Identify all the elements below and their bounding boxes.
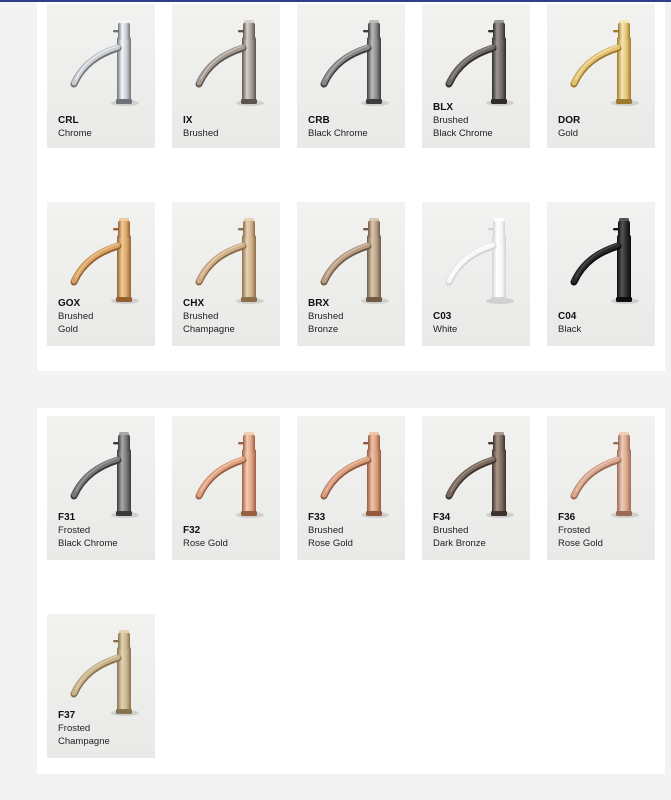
faucet-icon [195, 20, 264, 106]
finish-code: BRX [308, 298, 330, 309]
finish-code: F36 [558, 512, 576, 523]
finish-code: C03 [433, 311, 452, 322]
faucet-icon [320, 432, 389, 518]
faucet-icon [445, 432, 514, 518]
finish-code: F33 [308, 512, 326, 523]
finish-code: CHX [183, 298, 205, 309]
finish-code: C04 [558, 311, 577, 322]
finish-code: GOX [58, 298, 81, 309]
finish-swatch-crb[interactable]: CRB Black Chrome [297, 4, 405, 148]
finish-name: Brushed [183, 128, 219, 139]
finish-name: Brushed Gold [58, 311, 94, 335]
faucet-icon [570, 20, 639, 106]
finish-swatch-c04[interactable]: C04 Black [547, 202, 655, 346]
finish-code: DOR [558, 115, 581, 126]
faucet-icon [570, 218, 639, 304]
finish-name: Frosted Rose Gold [558, 525, 603, 549]
finish-code: IX [183, 115, 193, 126]
finish-code: F34 [433, 512, 451, 523]
finish-name: Black [558, 324, 582, 335]
finish-name: Gold [558, 128, 579, 139]
finish-swatch-blx[interactable]: BLX Brushed Black Chrome [422, 4, 530, 148]
finish-code: F32 [183, 525, 201, 536]
finish-name: Rose Gold [183, 538, 228, 549]
finish-code: F31 [58, 512, 76, 523]
finish-swatch-chx[interactable]: CHX Brushed Champagne [172, 202, 280, 346]
finish-swatch-ix[interactable]: IX Brushed [172, 4, 280, 148]
faucet-icon [570, 432, 639, 518]
finish-name: White [433, 324, 458, 335]
finish-swatch-crl[interactable]: CRL Chrome [47, 4, 155, 148]
faucet-icon [70, 20, 139, 106]
finish-name: Chrome [58, 128, 92, 139]
finish-name: Brushed Black Chrome [433, 115, 493, 139]
finish-swatch-gox[interactable]: GOX Brushed Gold [47, 202, 155, 346]
finish-panel-standard: CRL Chrome IX Brushed CRB Black Chrome BLX Brus… [37, 2, 665, 371]
faucet-icon [320, 20, 389, 106]
faucet-icon [70, 630, 139, 716]
finish-code: CRL [58, 115, 79, 126]
finish-panel-frosted: F31 Frosted Black Chrome F32 Rose Gold F33 Br… [37, 408, 665, 774]
finish-swatch-f37[interactable]: F37 Frosted Champagne [47, 614, 155, 758]
faucet-icon [70, 432, 139, 518]
finish-name: Frosted Black Chrome [58, 525, 118, 549]
finish-code: CRB [308, 115, 330, 126]
finish-name: Brushed Dark Bronze [433, 525, 486, 549]
finish-swatch-dor[interactable]: DOR Gold [547, 4, 655, 148]
finish-swatch-f36[interactable]: F36 Frosted Rose Gold [547, 416, 655, 560]
faucet-icon [445, 218, 514, 304]
finish-swatch-brx[interactable]: BRX Brushed Bronze [297, 202, 405, 346]
finish-name: Brushed Champagne [183, 311, 235, 335]
faucet-icon [70, 218, 139, 304]
finish-swatch-c03[interactable]: C03 White [422, 202, 530, 346]
finish-code: F37 [58, 710, 76, 721]
finish-swatch-f33[interactable]: F33 Brushed Rose Gold [297, 416, 405, 560]
faucet-icon [445, 20, 514, 106]
finish-swatch-f31[interactable]: F31 Frosted Black Chrome [47, 416, 155, 560]
finish-grid-frosted: F31 Frosted Black Chrome F32 Rose Gold F33 Br… [47, 416, 655, 758]
finish-name: Brushed Bronze [308, 311, 344, 335]
finish-name: Black Chrome [308, 128, 368, 139]
faucet-icon [195, 218, 264, 304]
faucet-icon [320, 218, 389, 304]
finish-name: Frosted Champagne [58, 723, 110, 747]
faucet-icon [195, 432, 264, 518]
finish-code: BLX [433, 102, 453, 113]
finish-grid-standard: CRL Chrome IX Brushed CRB Black Chrome BLX Brus… [47, 4, 655, 346]
finish-name: Brushed Rose Gold [308, 525, 353, 549]
finish-swatch-f32[interactable]: F32 Rose Gold [172, 416, 280, 560]
finish-swatch-f34[interactable]: F34 Brushed Dark Bronze [422, 416, 530, 560]
